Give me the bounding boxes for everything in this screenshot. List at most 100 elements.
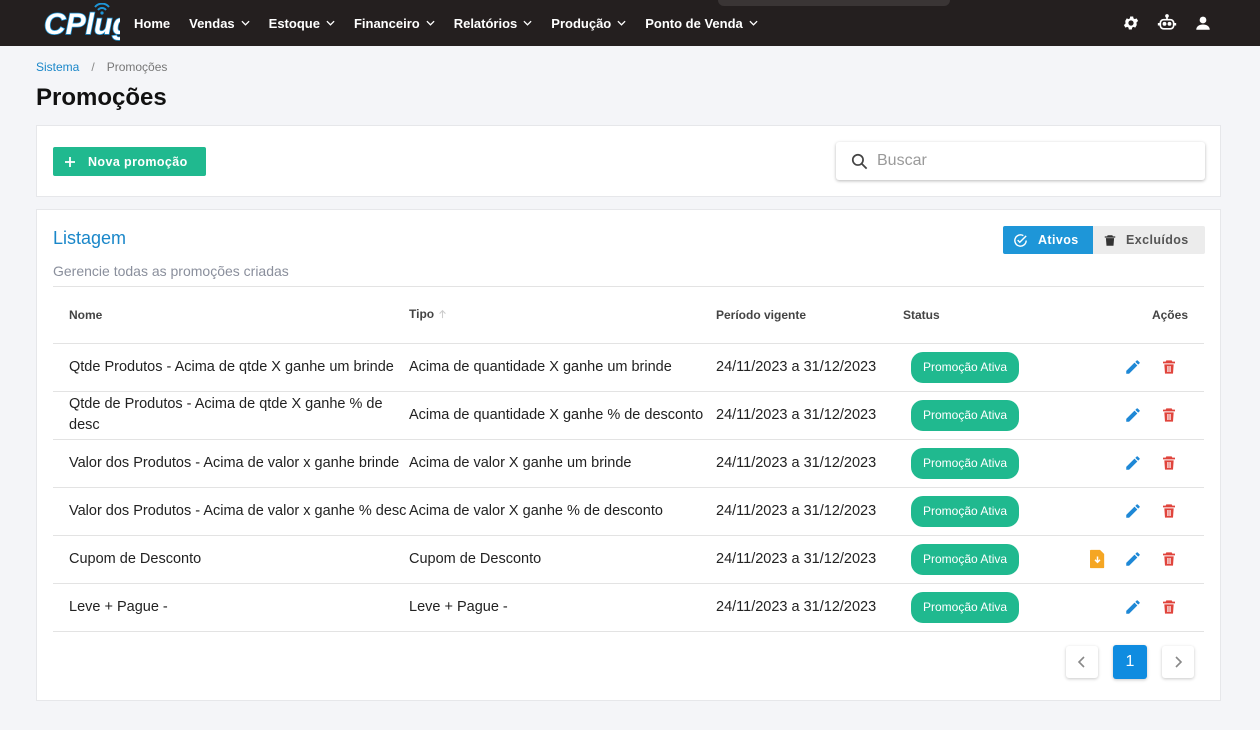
listing-title: Listagem [53,228,127,248]
cell-nome: Valor dos Produtos - Acima de valor x ga… [53,439,409,488]
main-nav: Home Vendas Estoque Financeiro Relatórios Pro… [134,0,777,46]
cplug-logo[interactable]: CPlug [42,2,131,42]
status-badge: Promoção Ativa [911,495,1020,527]
status-badge: Promoção Ativa [911,351,1020,383]
download-file-icon[interactable] [1086,548,1108,570]
nav-item-produ-o[interactable]: Produção [551,16,626,31]
table-row: Cupom de Desconto Cupom de Desconto 24/11/… [53,535,1204,584]
cell-acoes [1053,391,1204,440]
nav-item-label: Ponto de Venda [645,15,743,31]
new-promotion-label: Nova promoção [88,154,188,169]
pagination-prev-button[interactable] [1066,646,1098,678]
table-row: Valor dos Produtos - Acima de valor x ga… [53,487,1204,536]
cell-status: Promoção Ativa [903,487,1053,536]
column-header-status[interactable]: Status [903,287,1053,344]
delete-trash-icon[interactable] [1158,500,1180,522]
cell-periodo: 24/11/2023 a 31/12/2023 [716,343,903,392]
row-actions [1053,596,1188,618]
cell-nome: Qtde Produtos - Acima de qtde X ganhe um… [53,343,409,392]
nav-item-vendas[interactable]: Vendas [189,16,250,31]
nav-item-relat-rios[interactable]: Relatórios [454,16,533,31]
cell-acoes [1053,583,1204,632]
nav-item-label: Produção [551,15,612,31]
edit-pencil-icon[interactable] [1122,548,1144,570]
delete-trash-icon[interactable] [1158,452,1180,474]
edit-pencil-icon[interactable] [1122,500,1144,522]
pagination-page-button[interactable]: 1 [1113,645,1147,679]
delete-trash-icon[interactable] [1158,404,1180,426]
nav-item-financeiro[interactable]: Financeiro [354,16,435,31]
table-row: Leve + Pague - Leve + Pague -24/11/2023 a… [53,583,1204,632]
chevron-down-icon [326,20,335,26]
breadcrumb-current: Promoções [106,60,168,74]
cell-tipo: Cupom de Desconto [409,535,716,584]
cell-status: Promoção Ativa [903,343,1053,392]
chevron-down-icon [426,20,435,26]
cell-nome: Leve + Pague - [53,583,409,632]
row-actions [1053,500,1188,522]
column-header-periodo[interactable]: Período vigente [716,287,903,344]
delete-trash-icon[interactable] [1158,548,1180,570]
trash-icon [1104,234,1116,246]
promotions-table: Nome Tipo Período vigente Status Ações Q… [53,287,1204,632]
nav-item-home[interactable]: Home [134,16,170,31]
cell-tipo: Acima de quantidade X ganhe um brinde [409,343,716,392]
filter-deleted-label: Excluídos [1126,233,1189,247]
edit-pencil-icon[interactable] [1122,356,1144,378]
toolbar-card: Nova promoção [36,125,1221,197]
gear-icon[interactable] [1120,12,1142,34]
top-navbar: CPlug Home Vendas Estoque Financeiro Relatór… [0,0,1260,46]
column-header-tipo[interactable]: Tipo [409,287,716,344]
nav-item-label: Estoque [268,15,320,31]
breadcrumb: Sistema / Promoções [36,60,167,74]
user-icon[interactable] [1192,12,1214,34]
edit-pencil-icon[interactable] [1122,404,1144,426]
page-title: Promoções [36,84,167,111]
column-header-tipo-label: Tipo [409,307,435,322]
nav-item-estoque[interactable]: Estoque [269,16,335,31]
table-header-row: Nome Tipo Período vigente Status Ações [53,287,1204,344]
cell-acoes [1053,343,1204,392]
cell-periodo: 24/11/2023 a 31/12/2023 [716,391,903,440]
status-badge: Promoção Ativa [911,543,1020,575]
filter-deleted-button[interactable]: Excluídos [1093,226,1205,254]
pagination-next-button[interactable] [1162,646,1194,678]
edit-pencil-icon[interactable] [1122,596,1144,618]
check-circle-icon [1014,233,1027,247]
cell-tipo: Leve + Pague - [409,583,716,632]
svg-text:CPlug: CPlug [44,8,120,41]
filter-active-button[interactable]: Ativos [1003,226,1093,254]
top-icons [1106,12,1214,34]
table-row: Valor dos Produtos - Acima de valor x ga… [53,439,1204,488]
delete-trash-icon[interactable] [1158,596,1180,618]
row-actions [1053,452,1188,474]
breadcrumb-root[interactable]: Sistema [36,60,79,74]
status-badge: Promoção Ativa [911,591,1020,623]
robot-icon[interactable] [1156,12,1178,34]
cell-nome: Qtde de Produtos - Acima de qtde X ganhe… [53,391,409,440]
chevron-down-icon [523,20,532,26]
edit-pencil-icon[interactable] [1122,452,1144,474]
cell-acoes [1053,439,1204,488]
search-icon [850,152,869,171]
column-header-nome[interactable]: Nome [53,287,409,344]
search-input[interactable] [877,152,1177,170]
delete-trash-icon[interactable] [1158,356,1180,378]
plus-icon [64,156,76,168]
listing-subtitle: Gerencie todas as promoções criadas [53,263,289,279]
cell-nome: Cupom de Desconto [53,535,409,584]
nav-item-ponto-de-venda[interactable]: Ponto de Venda [645,16,758,31]
status-filter-toggle: Ativos Excluídos [1003,226,1205,254]
status-badge: Promoção Ativa [911,447,1020,479]
chevron-right-icon [1175,656,1183,668]
row-actions [1053,404,1188,426]
cell-acoes [1053,487,1204,536]
row-actions [1053,548,1188,570]
status-badge: Promoção Ativa [911,399,1020,431]
nav-item-label: Financeiro [353,15,420,31]
cell-periodo: 24/11/2023 a 31/12/2023 [716,583,903,632]
search-box[interactable] [836,142,1205,180]
breadcrumb-separator: / [91,60,95,74]
cell-tipo: Acima de valor X ganhe % de desconto [409,487,716,536]
new-promotion-button[interactable]: Nova promoção [53,147,206,176]
